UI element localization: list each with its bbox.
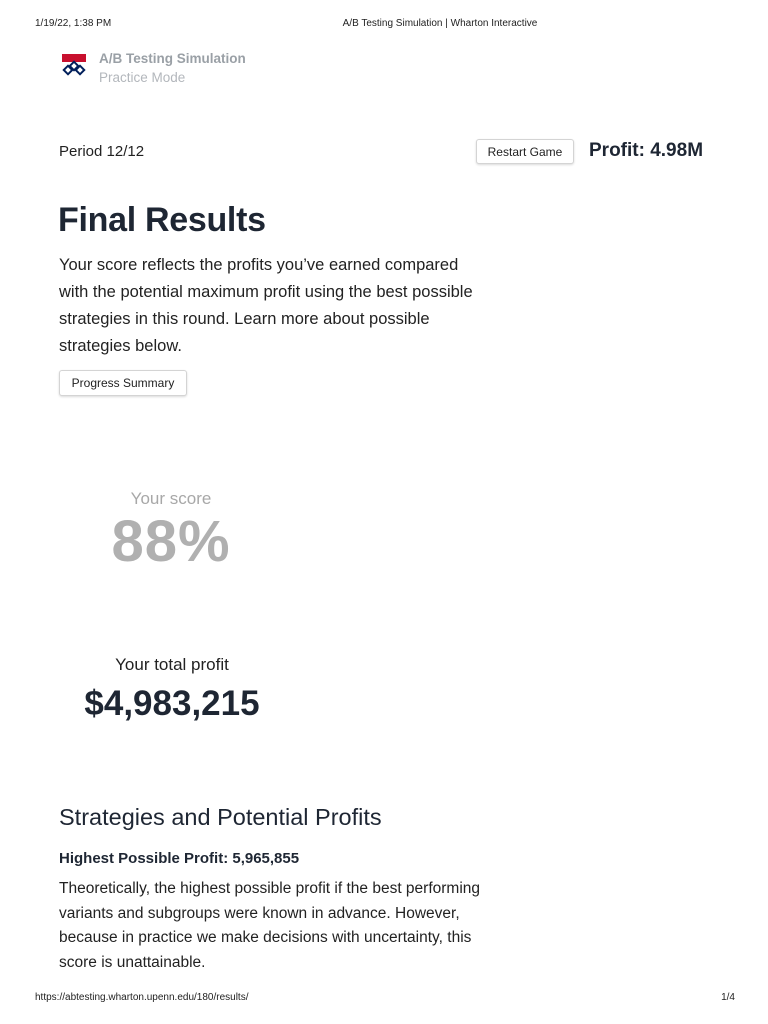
highest-profit-title: Highest Possible Profit: 5,965,855 [59,850,300,867]
print-document-title: A/B Testing Simulation | Wharton Interac… [342,18,538,29]
page-title: Final Results [58,201,266,239]
print-page-number: 1/4 [721,992,735,1003]
total-profit-label: Your total profit [115,655,229,674]
restart-game-button[interactable]: Restart Game [476,139,574,164]
score-label: Your score [130,489,212,508]
total-profit-value: $4,983,215 [84,684,260,723]
strategies-heading: Strategies and Potential Profits [59,804,382,830]
app-title-block: A/B Testing Simulation Practice Mode [99,50,246,88]
penn-shield-logo-icon [62,54,86,76]
profit-summary: Profit: 4.98M [589,140,704,161]
score-value: 88% [111,509,231,574]
print-url: https://abtesting.wharton.upenn.edu/180/… [35,992,249,1003]
period-indicator: Period 12/12 [59,143,145,160]
progress-summary-button[interactable]: Progress Summary [59,370,187,396]
print-header: 1/19/22, 1:38 PM A/B Testing Simulation … [0,18,768,32]
highest-profit-description: Theoretically, the highest possible prof… [59,880,481,971]
app-header: A/B Testing Simulation Practice Mode [60,50,246,88]
app-name: A/B Testing Simulation [99,51,246,66]
app-mode: Practice Mode [99,70,186,85]
results-description: Your score reflects the profits you’ve e… [59,256,473,355]
